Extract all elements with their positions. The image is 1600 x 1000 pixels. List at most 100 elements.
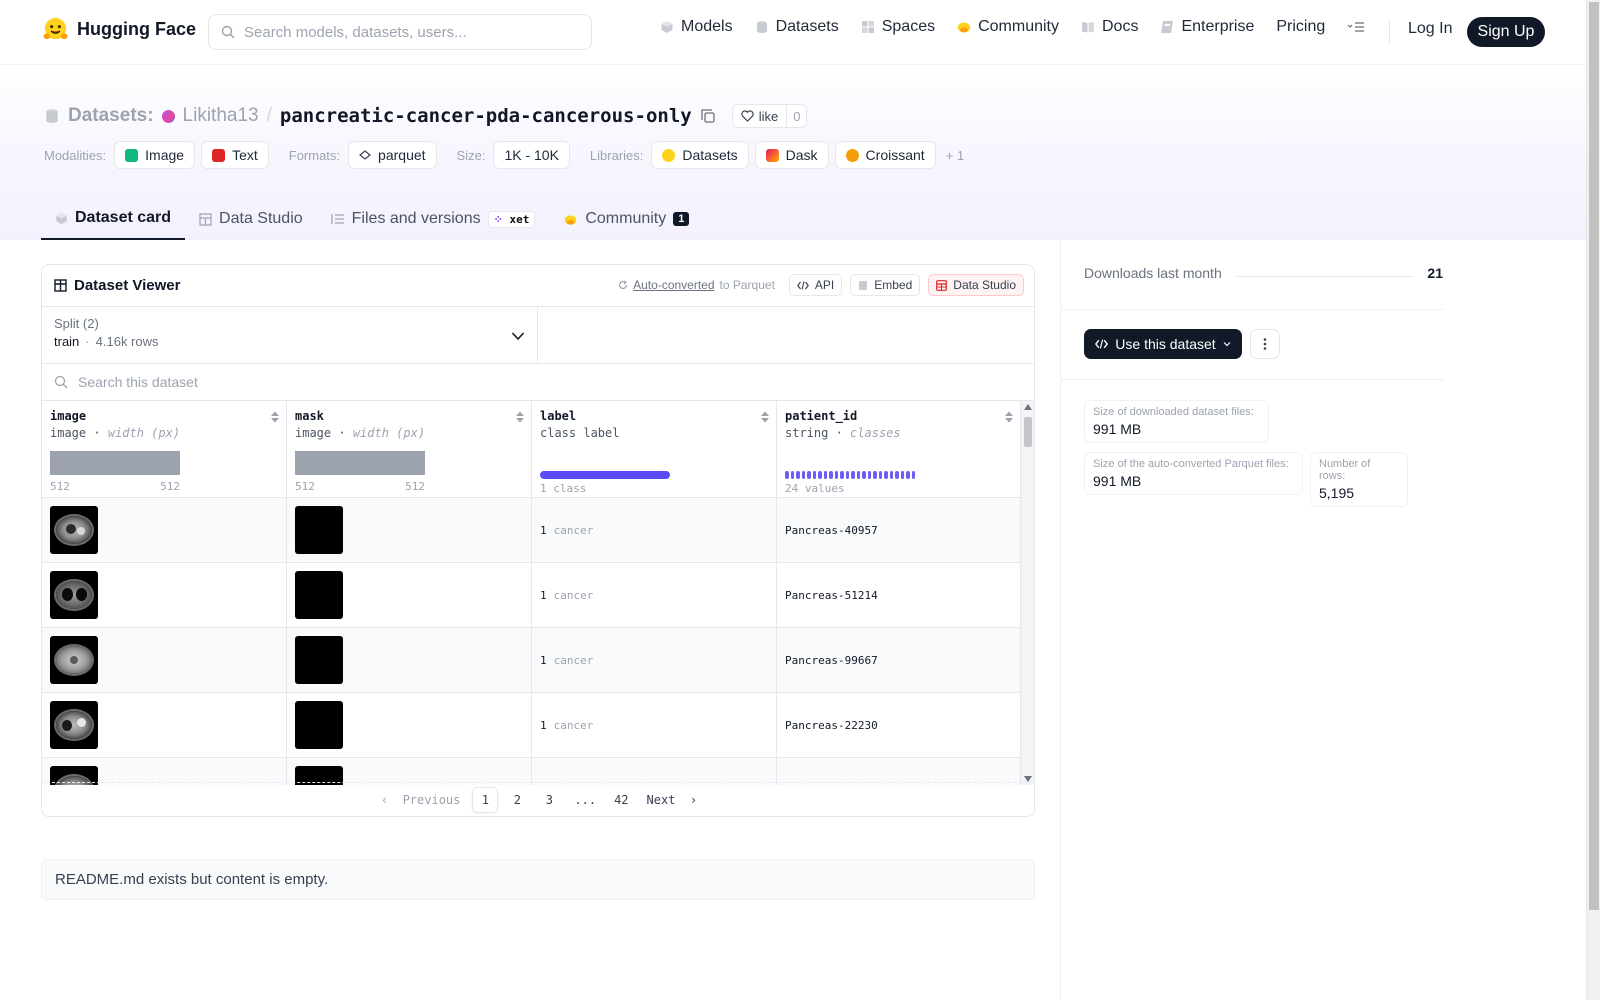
- page-button-42[interactable]: 42: [608, 787, 634, 813]
- sort-icon[interactable]: [515, 410, 525, 424]
- table-cell-image[interactable]: [42, 758, 287, 785]
- values-distribution-bar[interactable]: [785, 471, 915, 479]
- table-cell-image[interactable]: [42, 498, 287, 563]
- previous-page-button[interactable]: ‹ Previous: [375, 787, 466, 813]
- tab-files-and-versions[interactable]: Files and versions ⁘ xet: [317, 198, 550, 240]
- page-button-1[interactable]: 1: [472, 786, 499, 813]
- more-libraries-link[interactable]: + 1: [946, 148, 964, 163]
- tab-dataset-card[interactable]: Dataset card: [41, 198, 186, 240]
- label-name: cancer: [553, 718, 594, 732]
- more-menu-icon: [1347, 22, 1365, 32]
- tab-community[interactable]: Community 1: [549, 198, 703, 240]
- sort-icon[interactable]: [1004, 410, 1014, 424]
- scrollbar-thumb[interactable]: [1024, 417, 1032, 447]
- scroll-up-arrow[interactable]: [1024, 404, 1032, 410]
- table-cell-image[interactable]: [42, 693, 287, 758]
- next-page-button[interactable]: Next ›: [641, 787, 704, 813]
- table-cell-mask[interactable]: [287, 628, 532, 693]
- repo-name-link[interactable]: pancreatic-cancer-pda-cancerous-only: [280, 105, 692, 127]
- width-histogram[interactable]: [50, 451, 180, 475]
- column-header-patient-id[interactable]: patient_id string · classes 24 values: [777, 401, 1021, 498]
- nav-item-community[interactable]: Community: [957, 18, 1059, 36]
- dataset-icon: [46, 109, 58, 123]
- brand-link[interactable]: Hugging Face: [42, 16, 196, 43]
- signup-button[interactable]: Sign Up: [1467, 17, 1545, 47]
- ct-scan-thumbnail[interactable]: [50, 571, 98, 619]
- ct-scan-thumbnail[interactable]: [50, 701, 98, 749]
- table-cell-image[interactable]: [42, 563, 287, 628]
- data-studio-button[interactable]: Data Studio: [928, 274, 1024, 296]
- table-scrollbar[interactable]: [1020, 401, 1034, 785]
- page-scrollbar[interactable]: [1586, 0, 1600, 1000]
- library-chip-croissant[interactable]: Croissant: [834, 141, 936, 169]
- split-row: Split (2) train · 4.16k rows: [42, 307, 1034, 364]
- sort-icon[interactable]: [270, 410, 280, 424]
- nav-item-docs[interactable]: Docs: [1081, 18, 1138, 36]
- mask-thumbnail[interactable]: [295, 506, 343, 554]
- repo-owner-link[interactable]: Likitha13: [183, 105, 259, 127]
- like-count[interactable]: 0: [786, 105, 806, 127]
- page-button-2[interactable]: 2: [504, 787, 530, 813]
- split-value: train · 4.16k rows: [54, 334, 159, 349]
- column-subtype: width (px): [107, 426, 181, 440]
- table-cell-mask[interactable]: [287, 563, 532, 628]
- downloads-sparkline: [1235, 269, 1414, 277]
- more-options-button[interactable]: [1250, 329, 1280, 359]
- page-scrollbar-thumb[interactable]: [1589, 2, 1599, 910]
- library-chip-dask[interactable]: Dask: [754, 141, 829, 169]
- repo-type-label[interactable]: Datasets:: [68, 105, 154, 127]
- global-search[interactable]: [208, 14, 592, 50]
- size-chip[interactable]: 1K - 10K: [493, 141, 570, 169]
- nav-item-enterprise[interactable]: Enterprise: [1160, 18, 1254, 36]
- modality-chip-text[interactable]: Text: [201, 141, 269, 169]
- table-cell-label[interactable]: 1 cancer: [532, 628, 777, 693]
- mask-thumbnail[interactable]: [295, 571, 343, 619]
- search-icon: [221, 25, 235, 39]
- column-header-mask[interactable]: mask image · width (px) 512 512: [287, 401, 532, 498]
- split-selector[interactable]: Split (2) train · 4.16k rows: [42, 307, 538, 363]
- table-cell-label[interactable]: 1 cancer: [532, 693, 777, 758]
- nav-item-pricing[interactable]: Pricing: [1276, 18, 1325, 36]
- api-button[interactable]: API: [788, 274, 843, 296]
- class-distribution-bar[interactable]: [540, 471, 670, 479]
- table-cell-mask[interactable]: [287, 758, 532, 785]
- format-chip-parquet[interactable]: parquet: [348, 141, 437, 169]
- ct-scan-thumbnail[interactable]: [50, 506, 98, 554]
- table-cell-patient-id[interactable]: Pancreas-99667: [777, 628, 1021, 693]
- table-cell-patient-id[interactable]: Pancreas-51214: [777, 563, 1021, 628]
- tab-data-studio[interactable]: Data Studio: [185, 198, 317, 240]
- table-cell-label[interactable]: 1 cancer: [532, 563, 777, 628]
- dataset-search-input[interactable]: [78, 374, 578, 390]
- copy-icon[interactable]: [700, 108, 716, 124]
- like-button[interactable]: like: [733, 109, 787, 124]
- table-cell-label[interactable]: 1 cancer: [532, 498, 777, 563]
- table-cell-label[interactable]: [532, 758, 777, 785]
- login-link[interactable]: Log In: [1408, 20, 1452, 38]
- modality-chip-image[interactable]: Image: [114, 141, 196, 169]
- embed-button[interactable]: Embed: [850, 274, 921, 296]
- nav-item-models[interactable]: Models: [660, 18, 733, 36]
- table-cell-patient-id[interactable]: Pancreas-22230: [777, 693, 1021, 758]
- top-navbar: Hugging Face Models Datasets Spaces Comm…: [0, 0, 1586, 65]
- nav-item-datasets[interactable]: Datasets: [755, 18, 839, 36]
- table-cell-mask[interactable]: [287, 693, 532, 758]
- width-histogram[interactable]: [295, 451, 425, 475]
- mask-thumbnail[interactable]: [295, 636, 343, 684]
- dataset-search[interactable]: [42, 364, 1034, 401]
- table-cell-patient-id[interactable]: [777, 758, 1021, 785]
- sort-icon[interactable]: [760, 410, 770, 424]
- table-cell-patient-id[interactable]: Pancreas-40957: [777, 498, 1021, 563]
- global-search-input[interactable]: [244, 23, 574, 41]
- ct-scan-thumbnail[interactable]: [50, 636, 98, 684]
- table-cell-mask[interactable]: [287, 498, 532, 563]
- column-header-image[interactable]: image image · width (px) 512 512: [42, 401, 287, 498]
- use-this-dataset-button[interactable]: Use this dataset: [1084, 329, 1242, 359]
- nav-item-spaces[interactable]: Spaces: [861, 18, 935, 36]
- column-header-label[interactable]: label class label 1 class: [532, 401, 777, 498]
- nav-more-menu[interactable]: [1347, 21, 1365, 33]
- table-cell-image[interactable]: [42, 628, 287, 693]
- page-button-3[interactable]: 3: [536, 787, 562, 813]
- library-chip-datasets[interactable]: Datasets: [651, 141, 749, 169]
- auto-converted-link[interactable]: Auto-converted: [633, 278, 714, 292]
- mask-thumbnail[interactable]: [295, 701, 343, 749]
